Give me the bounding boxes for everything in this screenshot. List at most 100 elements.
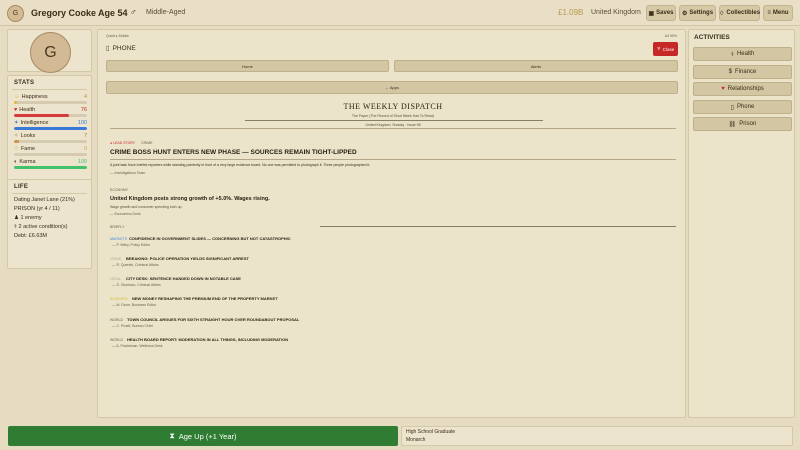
activity-label: Prison xyxy=(739,121,757,127)
saves-button[interactable]: ▣ Saves xyxy=(646,5,676,21)
education-status: High School Graduate xyxy=(406,429,456,435)
brief-byline: — C. Pruett, Bureau Chief xyxy=(112,324,153,328)
lead-headline[interactable]: CRIME BOSS HUNT ENTERS NEW PHASE — SOURC… xyxy=(110,149,357,156)
top-bar: G Gregory Cooke Age 54 ♂ Middle-Aged £1.… xyxy=(0,0,800,26)
apps-back-button[interactable]: ← Apps xyxy=(106,81,678,94)
condition-count: ⚕ 2 active condition(s) xyxy=(14,224,67,230)
relationship-status: Dating Janet Lane (21%) xyxy=(14,197,75,203)
tab-alerts[interactable]: Alerts xyxy=(394,60,678,72)
brief-tag: CRIME xyxy=(110,257,122,261)
happiness-bar xyxy=(14,101,87,104)
brief-item[interactable]: CRIME BREAKING: POLICE OPERATION YIELDS … xyxy=(110,255,670,273)
stat-label-text: Happiness xyxy=(21,94,48,100)
happiness-icon: ☺ xyxy=(14,94,20,100)
brief-item[interactable]: MARKETS CONFIDENCE IN GOVERNMENT SLIDES … xyxy=(110,235,670,253)
stat-value: 0 xyxy=(83,146,87,152)
collectibles-label: Collectibles xyxy=(726,10,761,16)
brief-item[interactable]: WORLD TOWN COUNCIL ARGUES FOR SIXTH STRA… xyxy=(110,316,670,334)
prison-status: PRISON (yr 4 / 11) xyxy=(14,206,60,212)
stat-health: ♥ Health 76 xyxy=(14,107,87,119)
brief-tag: WORLD xyxy=(110,338,124,342)
life-stage: Middle-Aged xyxy=(146,9,186,16)
economy-byline: — Economics Desk xyxy=(110,212,141,216)
country-label: United Kingdom xyxy=(591,9,641,16)
stat-karma: ◐ Karma 100 xyxy=(14,159,87,171)
age-up-button[interactable]: ⧗ Age Up (+1 Year) xyxy=(8,426,398,446)
activity-health-button[interactable]: ⚕ Health xyxy=(693,47,792,61)
finance-icon: $ xyxy=(728,69,732,75)
brief-tag: WORLD xyxy=(110,318,124,322)
saves-label: Saves xyxy=(656,10,674,16)
panel-title-text: PHONE xyxy=(112,44,136,52)
heart-icon: ♥ xyxy=(721,86,725,92)
divider xyxy=(110,159,676,160)
breadcrumb-right: A4 90% xyxy=(664,34,677,38)
debt-amount: Debt: £6.63M xyxy=(14,233,48,239)
stat-value: 100 xyxy=(77,159,87,165)
stat-label-text: Looks xyxy=(20,133,36,139)
brief-item[interactable]: WORLD HEALTH BOARD REPORT: MODERATION IN… xyxy=(110,336,670,354)
brief-headline: BREAKING: POLICE OPERATION YIELDS SIGNIF… xyxy=(126,256,249,261)
stat-intelligence: ✦ Intelligence 100 xyxy=(14,120,87,132)
brief-byline: — S. Okonkwo, Criminal Affairs xyxy=(112,283,161,287)
happiness-bar-fill xyxy=(14,101,17,104)
stat-happiness: ☺ Happiness 4 xyxy=(14,94,87,106)
brief-headline: CITY DESK: SENTENCE HANDED DOWN IN NOTAB… xyxy=(126,276,241,281)
economy-headline[interactable]: United Kingdom posts strong growth of +5… xyxy=(110,196,270,202)
avatar[interactable]: G xyxy=(7,5,24,22)
profile-avatar[interactable]: G xyxy=(30,32,71,73)
prison-icon: ⛓ xyxy=(728,121,737,128)
activity-prison-button[interactable]: ⛓ Prison xyxy=(693,117,792,131)
brief-item[interactable]: LEGAL CITY DESK: SENTENCE HANDED DOWN IN… xyxy=(110,275,670,293)
stat-value: 100 xyxy=(77,120,87,126)
newspaper-tagline: The Paper (The Record of Short Week Has … xyxy=(351,114,435,118)
gear-icon: ⚙ xyxy=(681,10,688,17)
economy-tag: ECONOMY xyxy=(110,188,129,192)
stat-label: ♥ Health xyxy=(14,107,35,113)
divider xyxy=(110,128,676,129)
karma-bar-fill xyxy=(14,166,87,169)
intelligence-bar-fill xyxy=(14,127,87,130)
activities-title: ACTIVITIES xyxy=(694,34,730,41)
stat-label-text: Health xyxy=(19,107,36,113)
activity-finance-button[interactable]: $ Finance xyxy=(693,65,792,79)
collectibles-button[interactable]: ♢ Collectibles xyxy=(719,5,760,21)
menu-button[interactable]: ≡ Menu xyxy=(763,5,793,21)
title-status: Monarch xyxy=(406,437,426,443)
briefly-label: BRIEFLY xyxy=(110,225,125,229)
stat-fame: ☆ Fame 0 xyxy=(14,146,87,158)
activity-relationships-button[interactable]: ♥ Relationships xyxy=(693,82,792,96)
money-balance: £1.09B xyxy=(558,8,584,17)
menu-label: Menu xyxy=(772,10,789,16)
activity-phone-button[interactable]: ▯ Phone xyxy=(693,100,792,114)
tab-home[interactable]: Home xyxy=(106,60,389,72)
brief-item[interactable]: BUSINESS NEW MONEY RESHAPING THE PREMIUM… xyxy=(110,295,670,313)
brief-byline: — P. Wiley, Policy Editor xyxy=(112,243,150,247)
looks-bar xyxy=(14,140,87,143)
intelligence-bar xyxy=(14,127,87,130)
newspaper-date: United Kingdom, Sunday · Issue 96 xyxy=(365,123,421,127)
brief-headline: HEALTH BOARD REPORT: MODERATION IN ALL T… xyxy=(127,337,289,342)
collectibles-icon: ♢ xyxy=(718,10,725,17)
stat-label: ☆ Fame xyxy=(14,146,35,152)
stat-label: ☺ Happiness xyxy=(14,94,48,100)
save-icon: ▣ xyxy=(648,10,655,17)
close-button[interactable]: ✕ Close xyxy=(653,42,678,56)
brief-tag: MARKETS xyxy=(110,237,127,241)
looks-bar-fill xyxy=(14,140,20,143)
phone-panel: Quick ▸ Mobile A4 90% ▯ PHONE ✕ Close Ho… xyxy=(97,29,686,418)
settings-button[interactable]: ⚙ Settings xyxy=(679,5,716,21)
health-bar-fill xyxy=(14,114,70,117)
brief-tag: BUSINESS xyxy=(110,297,128,301)
brief-headline: TOWN COUNCIL ARGUES FOR SIXTH STRAIGHT H… xyxy=(127,317,300,322)
stat-label: ◐ Karma xyxy=(14,159,36,165)
settings-label: Settings xyxy=(689,10,714,16)
close-label: Close xyxy=(662,46,675,52)
enemy-count-text: 1 enemy xyxy=(20,215,42,221)
stat-value: 4 xyxy=(83,94,87,100)
hourglass-icon: ⧗ xyxy=(169,431,175,440)
life-title: LIFE xyxy=(14,184,29,190)
activity-label: Finance xyxy=(734,69,757,75)
menu-icon: ≡ xyxy=(767,10,771,16)
divider xyxy=(12,89,87,90)
